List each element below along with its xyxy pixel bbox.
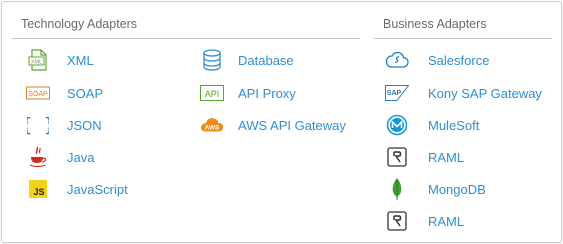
svg-text:AWS: AWS: [205, 125, 220, 132]
api-icon: API: [200, 81, 224, 105]
business-adapters-heading: Business Adapters: [383, 17, 487, 31]
adapter-label: API Proxy: [238, 85, 296, 101]
adapter-mulesoft[interactable]: MuleSoft: [385, 113, 479, 137]
sap-icon: SAP: [385, 81, 409, 105]
mongodb-leaf-icon: [385, 177, 409, 201]
svg-text:API: API: [205, 89, 220, 99]
adapter-database[interactable]: Database: [200, 48, 294, 72]
java-cup-icon: [26, 145, 50, 169]
adapter-label: XML: [67, 52, 94, 68]
adapter-label: SOAP: [67, 85, 104, 101]
adapter-label: MuleSoft: [428, 117, 480, 133]
adapter-raml[interactable]: RAML: [385, 145, 464, 169]
adapter-api-proxy[interactable]: API API Proxy: [200, 81, 296, 105]
svg-text:XML: XML: [31, 59, 42, 65]
adapter-json[interactable]: { } JSON: [26, 113, 102, 137]
salesforce-cloud-icon: [385, 48, 409, 72]
adapters-panel: Technology Adapters XML XML SOAP SOAP { …: [1, 1, 562, 243]
adapter-label: RAML: [428, 149, 465, 165]
adapter-label: JSON: [67, 117, 102, 133]
adapter-label: RAML: [428, 213, 465, 229]
svg-text:SAP: SAP: [387, 90, 402, 97]
database-icon: [200, 48, 224, 72]
mulesoft-icon: [385, 113, 409, 137]
adapter-salesforce[interactable]: Salesforce: [385, 48, 489, 72]
adapter-mongodb[interactable]: MongoDB: [385, 177, 486, 201]
raml-icon: [385, 145, 409, 169]
xml-icon: XML: [26, 48, 50, 72]
adapter-aws-api-gateway[interactable]: AWS AWS API Gateway: [200, 113, 346, 137]
aws-icon: AWS: [200, 113, 224, 137]
adapter-label: MongoDB: [428, 181, 486, 197]
adapter-label: JavaScript: [67, 181, 128, 197]
adapter-label: Salesforce: [428, 52, 490, 68]
svg-text:{ }: { }: [27, 114, 49, 136]
adapter-label: Kony SAP Gateway: [428, 85, 542, 101]
adapter-javascript[interactable]: JS JavaScript: [26, 177, 128, 201]
adapter-label: AWS API Gateway: [238, 117, 346, 133]
adapter-raml[interactable]: RAML: [385, 209, 464, 233]
adapter-kony-sap-gateway[interactable]: SAP Kony SAP Gateway: [385, 81, 542, 105]
adapter-java[interactable]: Java: [26, 145, 94, 169]
technology-adapters-heading: Technology Adapters: [21, 17, 138, 31]
soap-icon: SOAP: [26, 81, 50, 105]
adapter-xml[interactable]: XML XML: [26, 48, 94, 72]
adapter-label: Java: [67, 149, 95, 165]
svg-text:SOAP: SOAP: [28, 91, 48, 98]
adapter-label: Database: [238, 52, 294, 68]
technology-divider: [12, 38, 360, 39]
raml-icon: [385, 209, 409, 233]
business-divider: [374, 38, 552, 39]
javascript-icon: JS: [26, 177, 50, 201]
json-braces-icon: { }: [26, 113, 50, 137]
svg-text:JS: JS: [33, 187, 44, 197]
adapter-soap[interactable]: SOAP SOAP: [26, 81, 103, 105]
